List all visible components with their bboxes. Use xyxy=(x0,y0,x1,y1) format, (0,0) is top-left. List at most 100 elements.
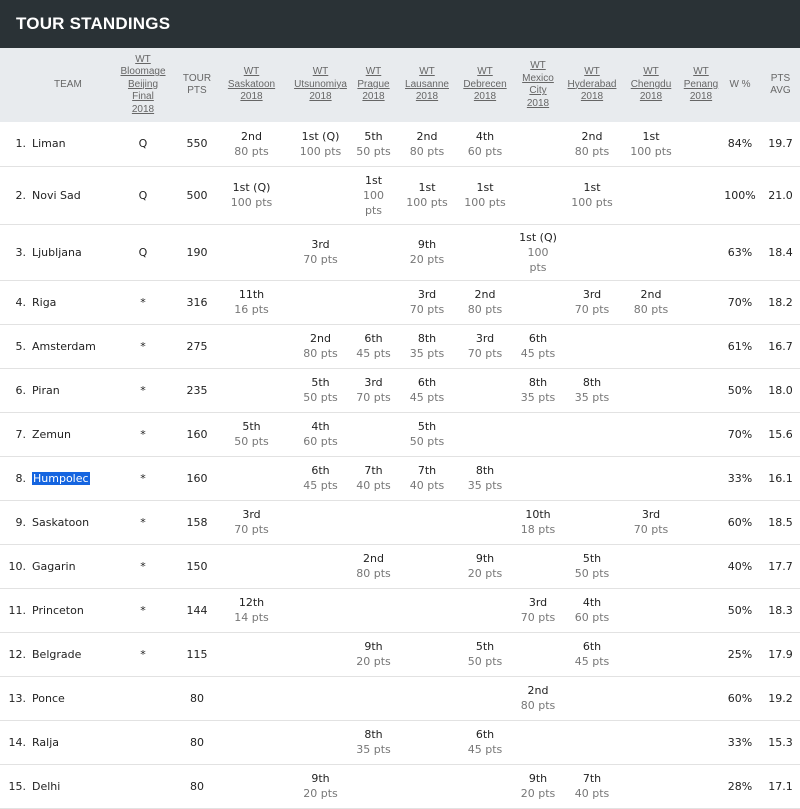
team-name[interactable]: Humpolec xyxy=(32,471,90,485)
event-result-cell xyxy=(289,588,352,632)
event-points: 100 pts xyxy=(299,144,342,158)
event-header-link[interactable]: WT Lausanne 2018 xyxy=(405,66,449,102)
event-result-cell: 8th 35 pts xyxy=(565,368,619,412)
event-header-link[interactable]: WT Saskatoon 2018 xyxy=(228,66,275,102)
team-cell[interactable]: Amsterdam xyxy=(32,324,106,368)
event-place: 3rd xyxy=(641,508,661,521)
qualification-cell: * xyxy=(140,295,146,309)
team-cell[interactable]: Zemun xyxy=(32,412,106,456)
rank-cell: 6. xyxy=(15,383,27,397)
event-result-cell xyxy=(511,632,565,676)
event-header-link[interactable]: WT Chengdu 2018 xyxy=(631,66,672,102)
event-place: 10th xyxy=(525,508,551,521)
team-name[interactable]: Zemun xyxy=(32,428,71,441)
team-cell[interactable]: Saskatoon xyxy=(32,500,106,544)
team-name[interactable]: Saskatoon xyxy=(32,516,89,529)
team-name[interactable]: Ralja xyxy=(32,736,59,749)
event-result-cell: 3rd 70 pts xyxy=(511,588,565,632)
event-header-debrecen[interactable]: WT Debrecen 2018 xyxy=(459,48,511,122)
pts-avg-cell: 15.6 xyxy=(768,427,793,441)
event-points: 20 pts xyxy=(356,655,391,668)
bloomage-header[interactable]: WT Bloomage Beijing Final 2018 xyxy=(106,48,180,122)
team-cell[interactable]: Humpolec xyxy=(32,456,106,500)
team-name[interactable]: Ljubljana xyxy=(32,246,82,259)
qualification-cell: Q xyxy=(138,245,148,259)
event-result-cell xyxy=(565,720,619,764)
team-name[interactable]: Novi Sad xyxy=(32,189,81,202)
team-cell[interactable]: Ljubljana xyxy=(32,224,106,280)
team-name[interactable]: Princeton xyxy=(32,604,84,617)
team-name[interactable]: Ponce xyxy=(32,692,65,705)
event-header-saskatoon[interactable]: WT Saskatoon 2018 xyxy=(214,48,289,122)
event-result-cell xyxy=(565,500,619,544)
event-header-chengdu[interactable]: WT Chengdu 2018 xyxy=(619,48,683,122)
event-points: 40 pts xyxy=(574,787,610,800)
event-place: 7th xyxy=(364,464,383,477)
event-result-cell xyxy=(511,544,565,588)
team-name[interactable]: Gagarin xyxy=(32,560,76,573)
event-points: 70 pts xyxy=(234,523,269,536)
table-row: 8. Humpolec * 160 6th 45 pts 7th 40 pts 7th 40 pt… xyxy=(0,456,800,500)
event-result-cell xyxy=(395,764,459,808)
event-points: 45 pts xyxy=(356,347,391,360)
event-result-cell xyxy=(459,588,511,632)
event-header-mexico[interactable]: WT Mexico City 2018 xyxy=(511,48,565,122)
event-header-link[interactable]: WT Prague 2018 xyxy=(357,66,389,102)
team-cell[interactable]: Piran xyxy=(32,368,106,412)
event-points: 70 pts xyxy=(520,611,556,624)
bloomage-header-link[interactable]: WT Bloomage Beijing Final 2018 xyxy=(120,54,165,115)
team-cell[interactable]: Liman xyxy=(32,122,106,166)
team-name[interactable]: Amsterdam xyxy=(32,340,96,353)
team-cell[interactable]: Novi Sad xyxy=(32,166,106,224)
event-result-cell xyxy=(214,632,289,676)
event-points: 45 pts xyxy=(303,479,338,492)
team-cell[interactable]: Delhi xyxy=(32,764,106,808)
team-name[interactable]: Delhi xyxy=(32,780,60,793)
event-header-link[interactable]: WT Debrecen 2018 xyxy=(463,66,506,102)
qualification-cell: * xyxy=(140,339,146,353)
team-cell[interactable]: Belgrade xyxy=(32,632,106,676)
event-result-cell: 5th 50 pts xyxy=(289,368,352,412)
qualification-cell xyxy=(106,676,180,720)
event-header-lausanne[interactable]: WT Lausanne 2018 xyxy=(395,48,459,122)
event-header-utsunomiya[interactable]: WT Utsunomiya 2018 xyxy=(289,48,352,122)
pts-avg-cell: 21.0 xyxy=(768,188,793,202)
event-header-penang[interactable]: WT Penang 2018 xyxy=(683,48,719,122)
event-result-cell xyxy=(683,122,719,166)
event-place: 9th xyxy=(364,640,383,653)
table-row: 1. Liman Q 550 2nd 80 pts 1st (Q) 100 pts 5th 50 … xyxy=(0,122,800,166)
event-header-link[interactable]: WT Hyderabad 2018 xyxy=(568,66,617,102)
team-cell[interactable]: Gagarin xyxy=(32,544,106,588)
event-place: 1st xyxy=(364,173,383,187)
event-header-link[interactable]: WT Mexico City 2018 xyxy=(522,60,554,109)
event-header-link[interactable]: WT Penang 2018 xyxy=(684,66,718,102)
team-name[interactable]: Liman xyxy=(32,137,66,150)
event-result-cell: 3rd 70 pts xyxy=(352,368,395,412)
event-result-cell: 2nd 80 pts xyxy=(395,122,459,166)
event-result-cell xyxy=(683,224,719,280)
team-name[interactable]: Riga xyxy=(32,296,56,309)
team-cell[interactable]: Riga xyxy=(32,280,106,324)
team-cell[interactable]: Princeton xyxy=(32,588,106,632)
event-header-prague[interactable]: WT Prague 2018 xyxy=(352,48,395,122)
event-result-cell xyxy=(289,632,352,676)
event-header-hyderabad[interactable]: WT Hyderabad 2018 xyxy=(565,48,619,122)
event-place: 3rd xyxy=(528,596,548,609)
qualification-cell: * xyxy=(140,427,146,441)
win-pct-cell: 33% xyxy=(727,471,753,485)
event-result-cell xyxy=(289,166,352,224)
event-result-cell xyxy=(565,324,619,368)
win-pct-cell: 28% xyxy=(727,779,753,793)
team-cell[interactable]: Ponce xyxy=(32,676,106,720)
pts-avg-cell: 17.9 xyxy=(768,647,793,661)
team-name[interactable]: Piran xyxy=(32,384,60,397)
team-name[interactable]: Belgrade xyxy=(32,648,81,661)
event-header-link[interactable]: WT Utsunomiya 2018 xyxy=(294,66,347,102)
event-points: 70 pts xyxy=(467,347,503,360)
event-place: 8th xyxy=(528,376,548,389)
event-points: 70 pts xyxy=(356,391,391,404)
event-result-cell xyxy=(683,280,719,324)
event-result-cell xyxy=(619,368,683,412)
team-cell[interactable]: Ralja xyxy=(32,720,106,764)
event-points: 80 pts xyxy=(520,699,556,712)
